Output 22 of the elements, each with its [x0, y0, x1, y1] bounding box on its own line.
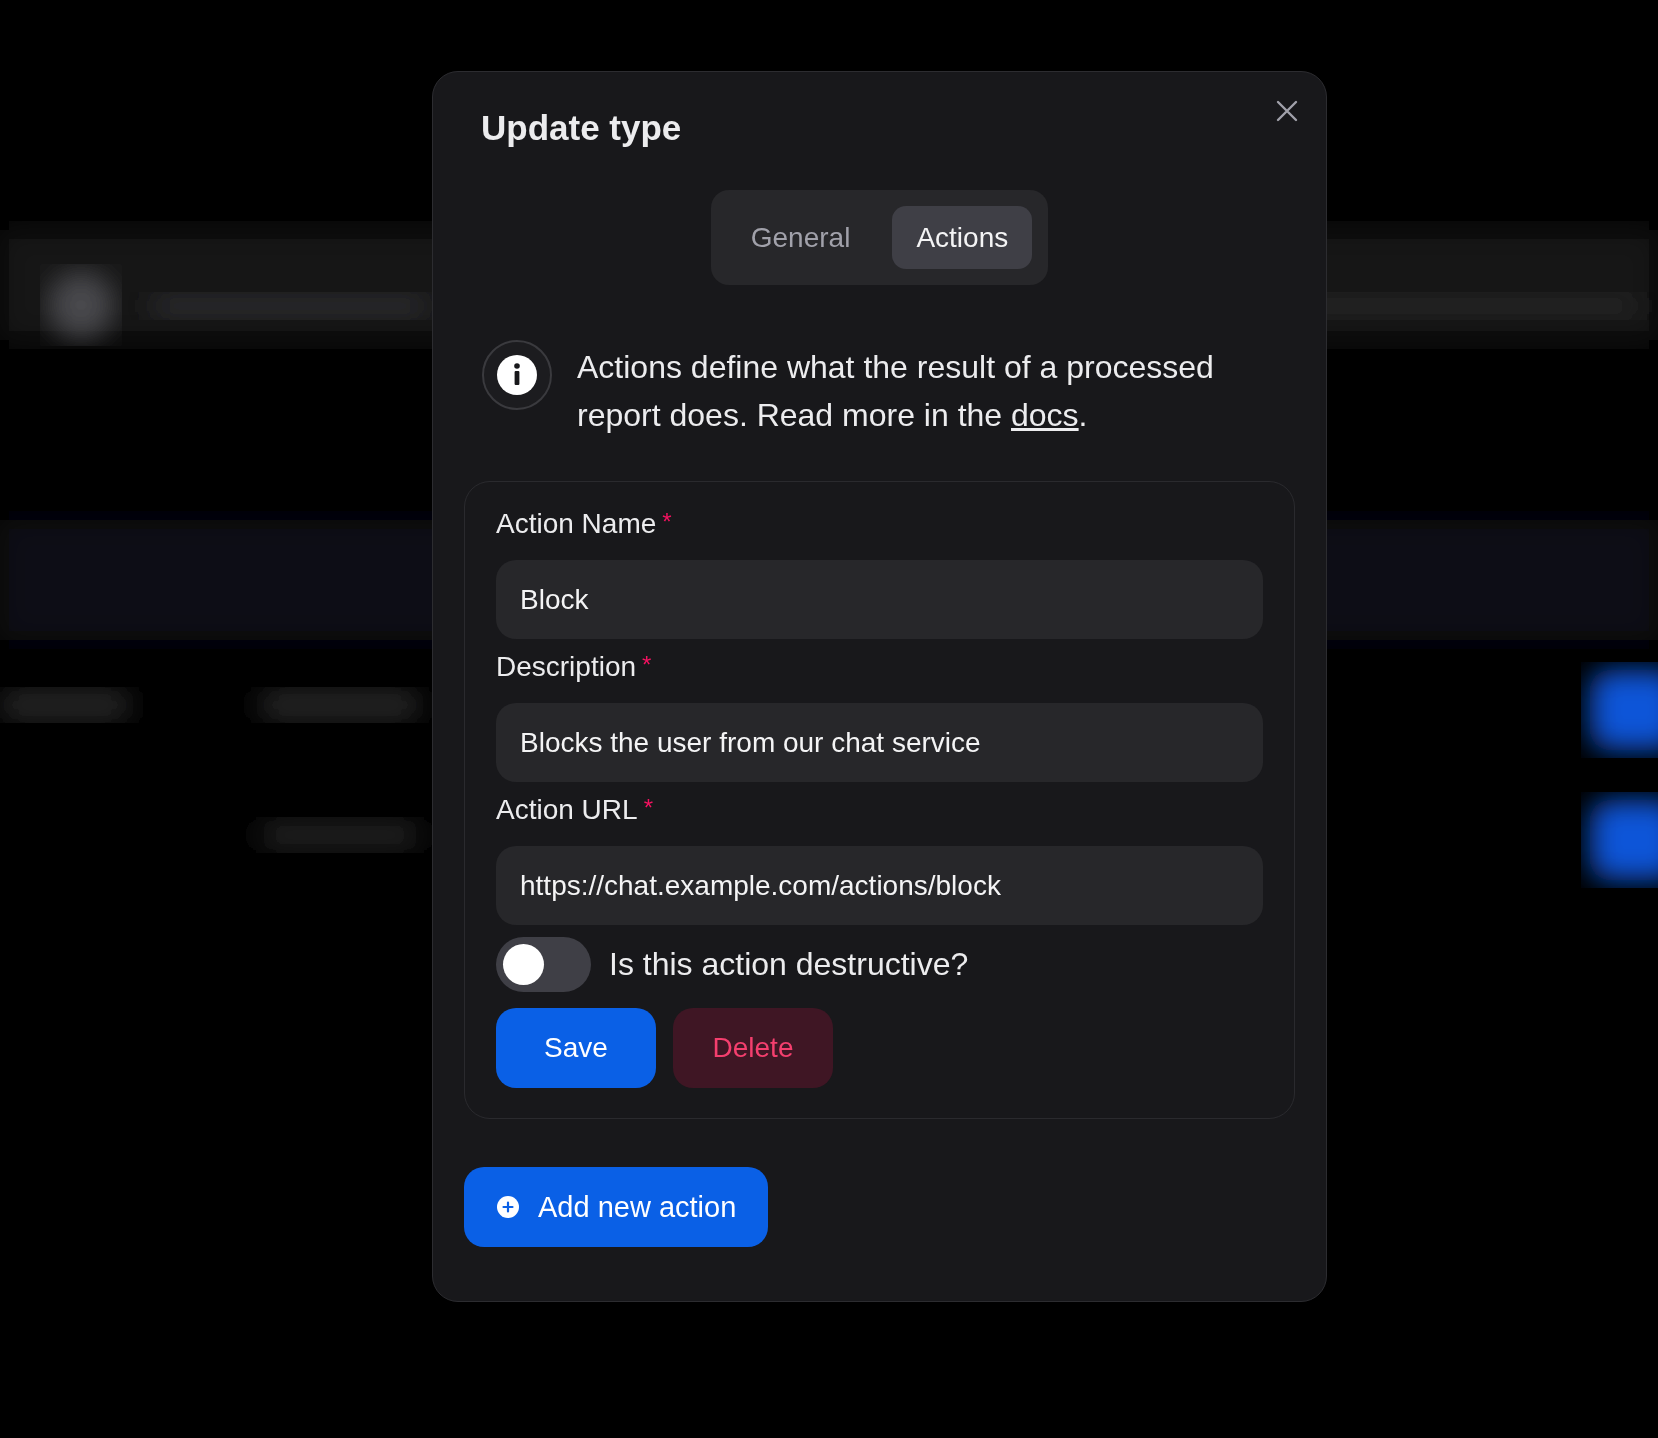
info-icon [481, 339, 553, 411]
add-action-button[interactable]: Add new action [464, 1167, 769, 1247]
field-label: Action Name [496, 508, 657, 540]
input-field[interactable]: Block [496, 560, 1263, 639]
docs-link[interactable]: docs [1011, 397, 1079, 433]
info-text: Actions define what the result of a processed report does. Read more in the docs. [577, 348, 1215, 435]
plus-circle-icon [496, 1195, 520, 1219]
save-button[interactable]: Save [496, 1008, 656, 1088]
tab[interactable]: Actions [892, 206, 1033, 269]
toggle-label: Is this action destructive? [609, 946, 969, 983]
blurred-avatar [47, 271, 115, 339]
tab[interactable]: General [726, 206, 875, 269]
required-mark: * [662, 508, 672, 536]
input-field[interactable]: Blocks the user from our chat service [496, 703, 1263, 782]
close-icon[interactable] [1276, 100, 1298, 122]
delete-button[interactable]: Delete [673, 1008, 833, 1088]
field-label: Action URL [496, 794, 638, 826]
input-field[interactable]: https://chat.example.com/actions/block [496, 846, 1263, 925]
required-mark: * [643, 794, 653, 822]
field-label: Description [496, 651, 637, 683]
required-mark: * [642, 651, 652, 679]
dialog-title: Update type [481, 108, 682, 148]
